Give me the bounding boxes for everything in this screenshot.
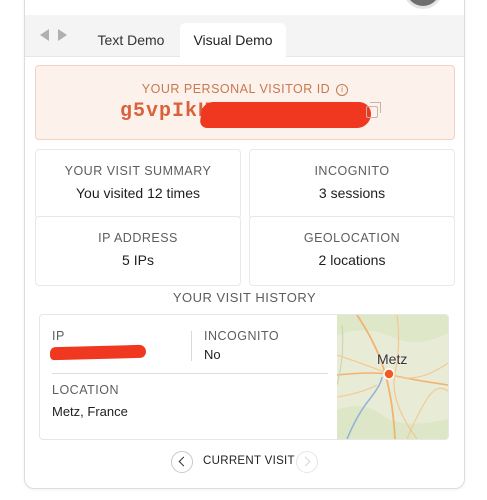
history-location-label: LOCATION [52, 383, 119, 397]
history-incognito-label: INCOGNITO [204, 329, 280, 343]
copy-icon[interactable] [366, 102, 381, 118]
history-ip-label: IP [52, 329, 65, 343]
ip-address-label: IP ADDRESS [98, 231, 178, 245]
info-icon[interactable]: i [336, 84, 349, 96]
chevron-left-icon[interactable] [40, 29, 49, 41]
visit-summary-label: YOUR VISIT SUMMARY [64, 164, 212, 178]
visit-summary-card: YOUR VISIT SUMMARY You visited 12 times [35, 149, 241, 219]
visit-history-card: IP INCOGNITO No LOCATION Metz, France Me… [39, 314, 449, 440]
chevron-right-icon[interactable] [58, 29, 67, 41]
incognito-label: INCOGNITO [314, 164, 390, 178]
history-location-value: Metz, France [52, 404, 128, 419]
fingerprint-demo-card: Text Demo Visual Demo YOUR PERSONAL VISI… [24, 0, 465, 489]
map-city-label: Metz [377, 351, 408, 367]
history-incognito-value: No [204, 347, 221, 362]
divider [191, 331, 192, 361]
incognito-card: INCOGNITO 3 sessions [249, 149, 455, 219]
map-graphic [336, 315, 448, 439]
top-bar [25, 0, 464, 15]
chevron-left-icon [178, 456, 189, 467]
visitor-id-heading: YOUR PERSONAL VISITOR ID i [36, 82, 454, 96]
geolocation-card: GEOLOCATION 2 locations [249, 216, 455, 286]
visit-summary-value: You visited 12 times [76, 185, 200, 201]
ip-redaction-mark [49, 344, 147, 361]
geolocation-label: GEOLOCATION [303, 231, 401, 245]
visitor-id-label: YOUR PERSONAL VISITOR ID [141, 82, 331, 96]
prev-visit-button[interactable] [171, 451, 193, 473]
avatar[interactable] [403, 0, 443, 9]
incognito-value: 3 sessions [318, 185, 386, 201]
redaction-mark [199, 102, 373, 128]
ip-address-card: IP ADDRESS 5 IPs [35, 216, 241, 286]
next-visit-button[interactable] [296, 451, 318, 473]
chevron-right-icon [300, 456, 311, 467]
visit-history-title: YOUR VISIT HISTORY [172, 290, 317, 305]
tab-text-demo[interactable]: Text Demo [85, 23, 177, 57]
geolocation-value: 2 locations [318, 252, 386, 268]
ip-address-value: 5 IPs [122, 252, 154, 268]
location-map[interactable]: Metz [336, 315, 448, 439]
tab-visual-demo[interactable]: Visual Demo [180, 23, 286, 57]
tab-bar: Text Demo Visual Demo [25, 15, 464, 57]
divider [52, 373, 328, 374]
visit-pager: CURRENT VISIT [171, 451, 321, 473]
visitor-id-box: YOUR PERSONAL VISITOR ID i g5vpIkHZ [35, 65, 455, 140]
pager-label: CURRENT VISIT [203, 455, 295, 467]
